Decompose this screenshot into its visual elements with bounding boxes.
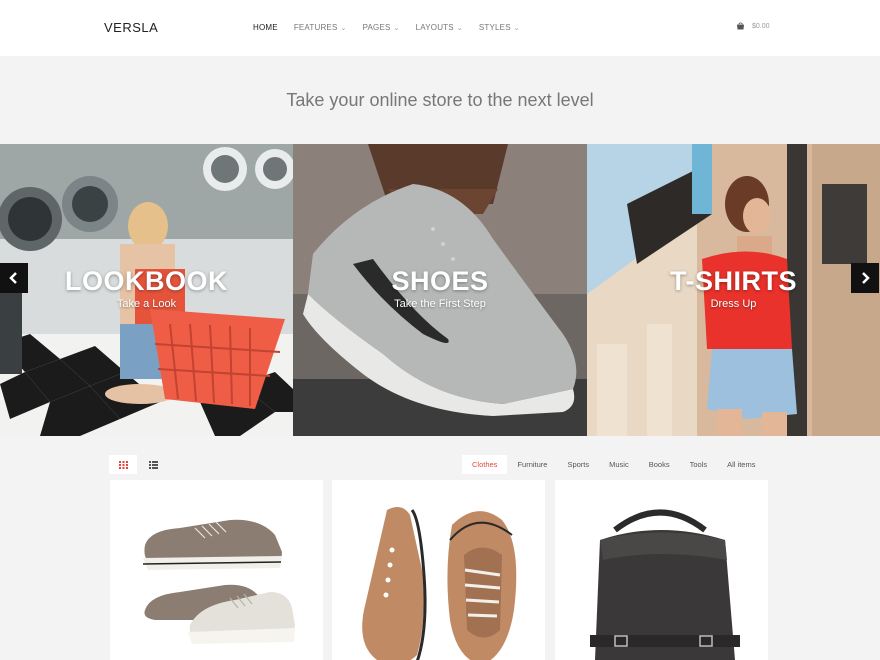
slide-title: LOOKBOOK: [65, 266, 228, 296]
product-card[interactable]: [555, 480, 768, 660]
nav-item-features[interactable]: FEATURES ⌄: [294, 23, 347, 32]
filter-clothes[interactable]: Clothes: [462, 455, 508, 474]
cart-link[interactable]: $0.00: [736, 22, 770, 30]
nav-item-styles[interactable]: STYLES ⌄: [479, 23, 520, 32]
handbag-image: [590, 509, 740, 660]
site-logo[interactable]: VERSLA: [104, 20, 158, 35]
chevron-left-icon: [9, 272, 17, 284]
sneakers-image: [142, 519, 295, 644]
slide-shoes[interactable]: SHOES Take the First Step: [293, 144, 587, 436]
slider-next-button[interactable]: [851, 263, 879, 293]
slider-prev-button[interactable]: [0, 263, 28, 293]
slide-title: SHOES: [391, 266, 489, 296]
chevron-down-icon: ⌄: [340, 24, 347, 32]
filter-tools[interactable]: Tools: [680, 455, 718, 474]
hero-tagline: Take your online store to the next level: [286, 90, 594, 110]
nav-item-home[interactable]: HOME: [253, 23, 278, 32]
slide-title: T-SHIRTS: [669, 266, 797, 296]
slide-subtitle: Take the First Step: [394, 298, 486, 310]
category-filters: Clothes Furniture Sports Music Books Too…: [462, 455, 765, 474]
chevron-down-icon: ⌄: [456, 24, 463, 32]
grid-view-icon: [118, 460, 128, 469]
list-view-button[interactable]: [139, 455, 167, 474]
filter-all-items[interactable]: All items: [717, 455, 765, 474]
category-slider: LOOKBOOK Take a Look SHOES Take the Firs…: [0, 144, 880, 436]
shoes-image: [362, 506, 517, 660]
main-nav: HOME FEATURES ⌄ PAGES ⌄ LAYOUTS ⌄ STYLES…: [253, 23, 536, 32]
slide-subtitle: Dress Up: [710, 298, 757, 310]
filter-furniture[interactable]: Furniture: [507, 455, 557, 474]
nav-item-label: LAYOUTS: [415, 23, 454, 32]
filter-sports[interactable]: Sports: [557, 455, 599, 474]
shopping-bag-icon: [736, 22, 745, 30]
filter-books[interactable]: Books: [639, 455, 680, 474]
chevron-down-icon: ⌄: [513, 24, 520, 32]
nav-item-label: HOME: [253, 23, 278, 32]
cart-total: $0.00: [752, 22, 770, 30]
nav-item-pages[interactable]: PAGES ⌄: [363, 23, 400, 32]
slide-tshirts[interactable]: T-SHIRTS Dress Up: [587, 144, 880, 436]
chevron-down-icon: ⌄: [393, 24, 400, 32]
slide-subtitle: Take a Look: [116, 298, 177, 310]
product-card[interactable]: [110, 480, 323, 660]
product-card[interactable]: [332, 480, 545, 660]
filter-music[interactable]: Music: [599, 455, 639, 474]
grid-view-button[interactable]: [109, 455, 137, 474]
slide-lookbook[interactable]: LOOKBOOK Take a Look: [0, 144, 293, 436]
site-header: VERSLA HOME FEATURES ⌄ PAGES ⌄ LAYOUTS ⌄…: [0, 0, 880, 56]
list-view-icon: [148, 460, 158, 469]
nav-item-label: STYLES: [478, 23, 511, 32]
chevron-right-icon: [862, 272, 870, 284]
nav-item-label: FEATURES: [293, 23, 338, 32]
nav-item-label: PAGES: [362, 23, 391, 32]
nav-item-layouts[interactable]: LAYOUTS ⌄: [416, 23, 463, 32]
